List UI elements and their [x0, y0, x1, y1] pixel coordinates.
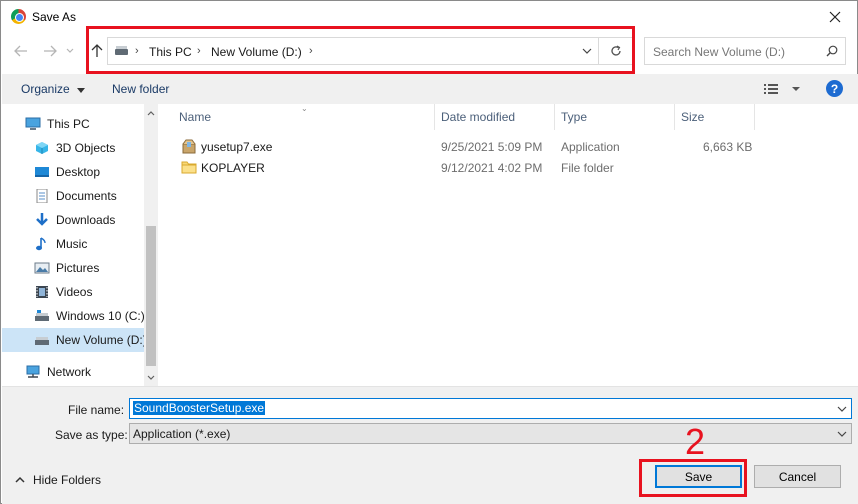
- drive-icon: [35, 337, 49, 345]
- save-as-dialog: Save As › This PC › New Volume (D:) › Se…: [0, 0, 858, 504]
- search-icon: [826, 45, 838, 57]
- videos-icon: [36, 286, 48, 298]
- scroll-down-arrow-icon[interactable]: [146, 372, 156, 382]
- save-type-label: Save as type:: [55, 428, 128, 442]
- folder-icon: [181, 161, 197, 174]
- new-folder-button[interactable]: New folder: [112, 82, 169, 96]
- chevron-down-icon: [837, 431, 847, 437]
- search-placeholder: Search New Volume (D:): [653, 45, 786, 59]
- close-icon: [829, 11, 841, 22]
- recent-locations-button[interactable]: [63, 41, 77, 61]
- arrow-right-icon: [44, 45, 57, 57]
- scroll-up-arrow-icon[interactable]: [146, 108, 156, 118]
- sidebar-item-pictures[interactable]: Pictures: [2, 256, 144, 280]
- sidebar-item-label: Windows 10 (C:): [56, 309, 145, 323]
- arrow-left-icon: [14, 45, 27, 57]
- search-box[interactable]: Search New Volume (D:): [644, 37, 846, 65]
- sidebar-item-label: Desktop: [56, 165, 101, 179]
- save-type-value: Application (*.exe): [133, 427, 231, 441]
- network-icon: [26, 365, 40, 378]
- sidebar-item-label: Videos: [56, 285, 93, 299]
- sidebar-item-label: Documents: [56, 189, 117, 203]
- organize-menu[interactable]: Organize: [21, 82, 86, 96]
- file-name: KOPLAYER: [201, 161, 265, 175]
- column-header-date[interactable]: Date modified: [441, 104, 515, 130]
- hide-folders-label: Hide Folders: [33, 473, 102, 487]
- file-date: 9/12/2021 4:02 PM: [441, 161, 543, 175]
- save-type-select[interactable]: Application (*.exe): [129, 423, 852, 444]
- sidebar-item-desktop[interactable]: Desktop: [2, 160, 144, 184]
- help-icon[interactable]: ?: [826, 80, 843, 97]
- file-name-field[interactable]: SoundBoosterSetup.exe: [129, 398, 852, 419]
- annotation-box-save: [639, 459, 747, 497]
- annotation-box-address: [86, 26, 635, 74]
- desktop-icon: [35, 167, 49, 177]
- installer-icon: [182, 139, 196, 154]
- sidebar-item-network[interactable]: Network: [2, 360, 144, 384]
- column-header-size[interactable]: Size: [681, 104, 704, 130]
- sort-indicator-icon: ⌄: [301, 104, 308, 113]
- sidebar-item-downloads[interactable]: Downloads: [2, 208, 144, 232]
- column-divider[interactable]: [674, 104, 675, 130]
- download-icon: [36, 213, 48, 226]
- chevron-up-icon: [15, 476, 25, 483]
- sidebar-item-label: New Volume (D:): [56, 333, 147, 347]
- command-toolbar: Organize New folder ?: [2, 74, 858, 104]
- back-button[interactable]: [11, 41, 31, 61]
- column-divider[interactable]: [554, 104, 555, 130]
- column-header-name[interactable]: Name: [179, 104, 211, 130]
- file-type: File folder: [561, 161, 614, 175]
- details-view-icon: [764, 84, 800, 94]
- pictures-icon: [34, 262, 50, 274]
- file-date: 9/25/2021 5:09 PM: [441, 140, 543, 154]
- file-size: 6,663 KB: [703, 140, 753, 154]
- sidebar-item-label: Downloads: [56, 213, 116, 227]
- annotation-step-2: 2: [685, 421, 706, 462]
- chrome-app-icon: [11, 9, 26, 24]
- file-type: Application: [561, 140, 620, 154]
- column-divider[interactable]: [754, 104, 755, 130]
- sidebar-item-label: Pictures: [56, 261, 100, 275]
- sidebar-item-new-volume-d[interactable]: New Volume (D:): [2, 328, 147, 352]
- forward-button[interactable]: [40, 41, 60, 61]
- cube-icon: [36, 142, 48, 154]
- window-title: Save As: [32, 10, 77, 24]
- scroll-thumb[interactable]: [146, 226, 156, 366]
- file-name: yusetup7.exe: [201, 140, 273, 154]
- music-icon: [36, 237, 46, 251]
- column-header-type[interactable]: Type: [561, 104, 587, 130]
- sidebar-item-this-pc[interactable]: This PC: [2, 112, 144, 136]
- chevron-down-icon: [77, 88, 86, 93]
- sidebar-item-label: 3D Objects: [56, 141, 116, 155]
- sidebar-item-label: Network: [47, 365, 92, 379]
- organize-label: Organize: [21, 82, 70, 96]
- cancel-button[interactable]: Cancel: [754, 465, 841, 488]
- close-button[interactable]: [813, 1, 857, 32]
- navigation-pane: This PC 3D Objects Desktop Documents Dow…: [2, 104, 158, 386]
- sidebar-item-label: This PC: [47, 117, 90, 131]
- file-row[interactable]: yusetup7.exe 9/25/2021 5:09 PM Applicati…: [161, 136, 858, 157]
- sidebar-item-music[interactable]: Music: [2, 232, 144, 256]
- sidebar-item-windows-c[interactable]: Windows 10 (C:): [2, 304, 145, 328]
- drive-icon: [35, 310, 49, 321]
- file-name-value: SoundBoosterSetup.exe: [133, 401, 266, 415]
- file-row[interactable]: KOPLAYER 9/12/2021 4:02 PM File folder: [161, 157, 858, 178]
- sidebar-scrollbar[interactable]: [144, 104, 158, 386]
- chevron-down-icon: [66, 48, 74, 53]
- change-view-button[interactable]: [763, 81, 807, 97]
- document-icon: [36, 189, 48, 203]
- column-divider[interactable]: [434, 104, 435, 130]
- hide-folders-button[interactable]: Hide Folders: [15, 473, 101, 487]
- chevron-down-icon[interactable]: [837, 404, 847, 414]
- file-name-label: File name:: [68, 403, 125, 417]
- sidebar-item-documents[interactable]: Documents: [2, 184, 144, 208]
- sidebar-item-videos[interactable]: Videos: [2, 280, 144, 304]
- file-list: ⌄ Name Date modified Type Size yusetup7.…: [161, 104, 858, 386]
- sidebar-item-label: Music: [56, 237, 88, 251]
- sidebar-item-3d-objects[interactable]: 3D Objects: [2, 136, 144, 160]
- pc-icon: [25, 117, 41, 130]
